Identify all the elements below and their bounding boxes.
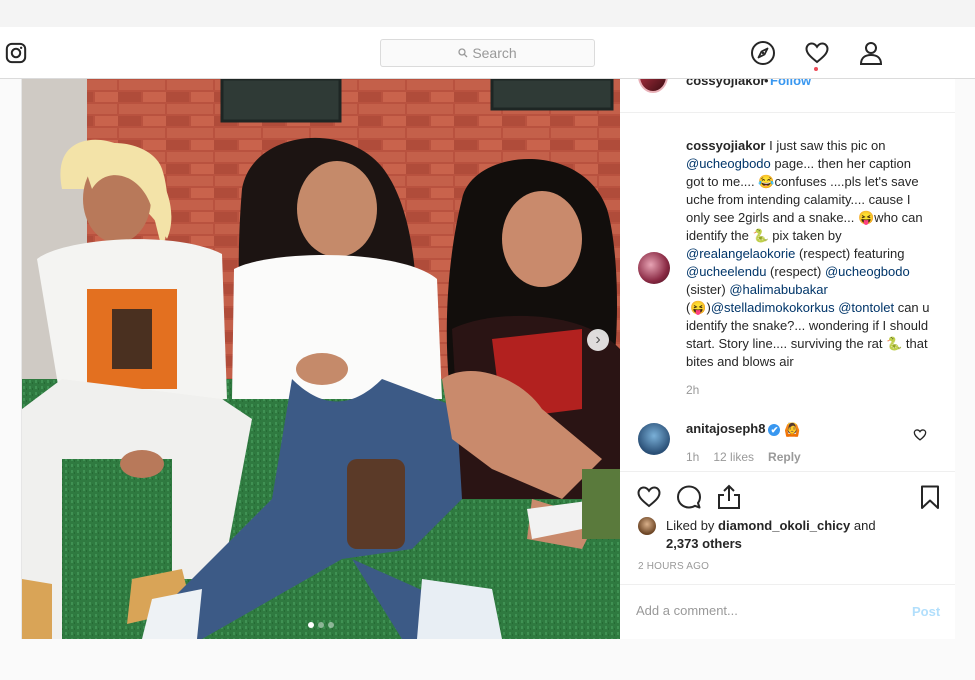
post-timestamp[interactable]: 2 HOURS AGO	[638, 561, 709, 572]
mention-link[interactable]: @halimabubakar	[729, 282, 827, 297]
post-photo[interactable]: ›	[22, 79, 620, 639]
caption-part: (😝)	[686, 300, 711, 315]
likes-prefix: Liked by	[666, 518, 719, 533]
likes-count[interactable]: 2,373 others	[666, 536, 742, 551]
heart-icon[interactable]	[804, 40, 830, 66]
caption-part: (sister)	[686, 282, 730, 297]
like-heart-icon[interactable]	[636, 484, 662, 510]
commenter-username[interactable]: anitajoseph8	[686, 421, 765, 436]
next-photo-button[interactable]: ›	[587, 329, 609, 351]
top-navbar: Search	[0, 27, 975, 79]
mention-link[interactable]: @stelladimokokorkus	[711, 300, 835, 315]
mention-link[interactable]: @tontolet	[838, 300, 894, 315]
carousel-dots	[22, 615, 620, 633]
share-icon[interactable]	[716, 484, 742, 510]
comment-like-heart-icon[interactable]	[913, 428, 927, 441]
add-comment-bar: Post	[620, 584, 955, 639]
liker-username[interactable]: diamond_okoli_chicy	[718, 518, 850, 533]
caption-part: (respect) featuring	[795, 246, 905, 261]
post-card: › cossyojiakor • Follow cossyojiakor I j…	[21, 79, 955, 639]
explore-icon[interactable]	[750, 40, 776, 66]
header-separator: •	[764, 79, 769, 88]
post-sidebar: cossyojiakor • Follow cossyojiakor I jus…	[620, 79, 955, 639]
verified-badge-icon: ✔	[768, 423, 781, 436]
carousel-dot	[328, 622, 334, 628]
search-icon	[458, 48, 468, 58]
carousel-dot-active	[308, 622, 314, 628]
profile-icon[interactable]	[858, 40, 884, 66]
search-box[interactable]: Search	[380, 39, 595, 67]
mention-link[interactable]: @ucheelendu	[686, 264, 766, 279]
commenter-avatar[interactable]	[638, 423, 670, 455]
follow-button[interactable]: Follow	[770, 79, 811, 88]
comment-likes[interactable]: 12 likes	[713, 450, 754, 464]
instagram-icon[interactable]	[5, 42, 27, 64]
liker-avatar[interactable]	[638, 517, 656, 535]
carousel-dot	[318, 622, 324, 628]
post-comment-button[interactable]: Post	[912, 604, 940, 619]
caption-part: (respect)	[766, 264, 825, 279]
notification-dot	[814, 67, 818, 71]
search-placeholder: Search	[472, 45, 517, 61]
comment-time[interactable]: 1h	[686, 450, 699, 464]
post-header: cossyojiakor • Follow	[620, 79, 955, 113]
save-bookmark-icon[interactable]	[917, 484, 943, 510]
comment-emoji: 🙆	[784, 421, 801, 437]
mention-link[interactable]: @realangelaokorie	[686, 246, 795, 261]
comment-bubble-icon[interactable]	[676, 484, 702, 510]
author-avatar[interactable]	[638, 79, 668, 93]
caption-username[interactable]: cossyojiakor	[686, 138, 766, 153]
mention-link[interactable]: @ucheogbodo	[686, 156, 771, 171]
caption-part: I just saw this pic on	[765, 138, 886, 153]
likes-text: Liked by diamond_okoli_chicy and 2,373 ot…	[666, 517, 926, 553]
caption-text: cossyojiakor I just saw this pic on @uch…	[686, 137, 931, 371]
likes-mid: and	[850, 518, 876, 533]
author-username[interactable]: cossyojiakor	[686, 79, 766, 88]
comment-input[interactable]	[636, 603, 886, 618]
caption-time[interactable]: 2h	[686, 383, 699, 397]
chevron-right-icon: ›	[595, 331, 601, 348]
mention-link[interactable]: @ucheogbodo	[825, 264, 910, 279]
post-actions	[620, 471, 955, 521]
reply-button[interactable]: Reply	[768, 450, 801, 464]
browser-top-strip	[0, 0, 975, 27]
photo-illustration	[22, 79, 620, 639]
caption-avatar[interactable]	[638, 252, 670, 284]
